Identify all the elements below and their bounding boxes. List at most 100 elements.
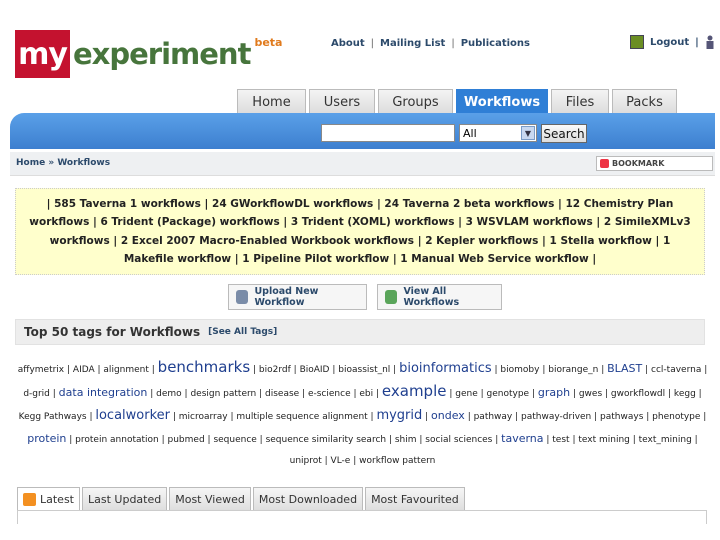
view-all-workflows-button[interactable]: View All Workflows [377, 284, 502, 310]
tag-link[interactable]: design pattern [190, 389, 256, 399]
tag-link[interactable]: ccl-taverna [651, 365, 701, 375]
tag-link[interactable]: protein [27, 432, 66, 445]
separator: | [695, 36, 699, 48]
separator: | [250, 365, 259, 375]
tags-title: Top 50 tags for Workflows [24, 325, 201, 339]
chevron-down-icon[interactable]: ▼ [521, 126, 535, 140]
logout-link[interactable]: Logout [650, 37, 689, 48]
tag-link[interactable]: microarray [179, 412, 228, 422]
tag-link[interactable]: gene [455, 389, 478, 399]
tag-link[interactable]: AIDA [73, 365, 95, 375]
separator: | [451, 38, 455, 49]
myexperiment-logo[interactable]: my experiment beta [15, 30, 282, 78]
tab-packs[interactable]: Packs [612, 89, 677, 114]
tag-link[interactable]: sequence [213, 435, 256, 445]
search-input[interactable] [321, 124, 455, 142]
tag-link[interactable]: taverna [501, 432, 543, 445]
tab-users[interactable]: Users [309, 89, 375, 114]
separator: | [158, 435, 168, 445]
tag-link[interactable]: gworkflowdl [611, 389, 665, 399]
tag-link[interactable]: Kegg Pathways [19, 412, 87, 422]
tag-link[interactable]: benchmarks [158, 358, 250, 376]
tag-link[interactable]: sequence similarity search [266, 435, 387, 445]
separator: | [350, 456, 360, 466]
tab-home[interactable]: Home [237, 89, 306, 114]
user-icon[interactable] [705, 35, 715, 49]
search-button[interactable]: Search [541, 124, 587, 143]
tag-link[interactable]: alignment [103, 365, 148, 375]
tag-link[interactable]: test [552, 435, 569, 445]
tag-link[interactable]: biorange_n [548, 365, 598, 375]
bookmark-button[interactable]: BOOKMARK [596, 156, 713, 171]
rss-icon[interactable] [23, 492, 36, 506]
tag-link[interactable]: bioassist_nl [338, 365, 390, 375]
tag-link[interactable]: biomoby [500, 365, 539, 375]
workflow-list-tabs: Latest Last Updated Most Viewed Most Dow… [17, 487, 465, 510]
tag-link[interactable]: multiple sequence alignment [236, 412, 367, 422]
breadcrumb-current[interactable]: Workflows [57, 158, 110, 168]
tag-link[interactable]: bio2rdf [259, 365, 291, 375]
tag-link[interactable]: mygrid [376, 408, 422, 423]
tab-content-panel [17, 510, 707, 524]
separator: | [390, 365, 400, 375]
separator: | [642, 365, 652, 375]
tag-link[interactable]: text_mining [639, 435, 692, 445]
tag-link[interactable]: pathways [600, 412, 643, 422]
tag-link[interactable]: example [382, 382, 447, 400]
tag-link[interactable]: pathway-driven [521, 412, 591, 422]
tab-most-favourited[interactable]: Most Favourited [365, 487, 465, 510]
separator: | [691, 435, 698, 445]
tag-link[interactable]: d-grid [23, 389, 50, 399]
tag-link[interactable]: phenotype [652, 412, 700, 422]
about-link[interactable]: About [331, 38, 365, 49]
separator: | [629, 435, 639, 445]
tab-latest[interactable]: Latest [17, 487, 80, 510]
tag-link[interactable]: ondex [431, 409, 465, 422]
tag-link[interactable]: bioinformatics [399, 361, 492, 376]
search-scope-value: All [463, 126, 477, 140]
tag-link[interactable]: localworker [95, 408, 170, 423]
tab-groups[interactable]: Groups [378, 89, 453, 114]
tag-link[interactable]: BioAID [300, 365, 330, 375]
tag-link[interactable]: graph [538, 386, 570, 399]
tab-workflows[interactable]: Workflows [456, 89, 548, 114]
tag-link[interactable]: text mining [578, 435, 630, 445]
tag-link[interactable]: uniprot [290, 456, 322, 466]
separator: | [370, 38, 375, 49]
separator: | [329, 365, 339, 375]
separator: | [477, 389, 487, 399]
search-scope-select[interactable]: All ▼ [459, 124, 537, 142]
tag-link[interactable]: BLAST [607, 362, 642, 375]
tag-link[interactable]: genotype [487, 389, 530, 399]
tag-link[interactable]: shim [395, 435, 417, 445]
tag-link[interactable]: kegg [674, 389, 696, 399]
logo-experiment: experiment [73, 37, 251, 71]
tab-most-viewed[interactable]: Most Viewed [169, 487, 251, 510]
separator: | [512, 412, 522, 422]
mailing-list-link[interactable]: Mailing List [380, 38, 445, 49]
tag-link[interactable]: pathway [474, 412, 513, 422]
tag-link[interactable]: affymetrix [18, 365, 64, 375]
tag-link[interactable]: VL-e [331, 456, 351, 466]
tag-link[interactable]: gwes [579, 389, 602, 399]
separator: | [148, 365, 158, 375]
tag-link[interactable]: e-science [308, 389, 351, 399]
tab-most-downloaded[interactable]: Most Downloaded [252, 487, 364, 510]
see-all-tags-link[interactable]: [See All Tags] [208, 327, 277, 337]
tab-last-updated[interactable]: Last Updated [82, 487, 168, 510]
tag-link[interactable]: disease [265, 389, 299, 399]
tag-link[interactable]: data integration [59, 386, 148, 399]
publications-link[interactable]: Publications [461, 38, 530, 49]
tag-link[interactable]: social sciences [425, 435, 492, 445]
tag-link[interactable]: demo [156, 389, 182, 399]
upload-workflow-button[interactable]: Upload New Workflow [228, 284, 367, 310]
gear-icon [236, 290, 249, 304]
tag-link[interactable]: pubmed [168, 435, 205, 445]
tag-link[interactable]: protein annotation [75, 435, 159, 445]
tab-files[interactable]: Files [551, 89, 609, 114]
tag-link[interactable]: workflow pattern [359, 456, 435, 466]
tag-link[interactable]: ebi [359, 389, 373, 399]
breadcrumb-home[interactable]: Home [16, 158, 45, 168]
logout-icon[interactable] [630, 35, 644, 49]
separator: | [446, 389, 456, 399]
